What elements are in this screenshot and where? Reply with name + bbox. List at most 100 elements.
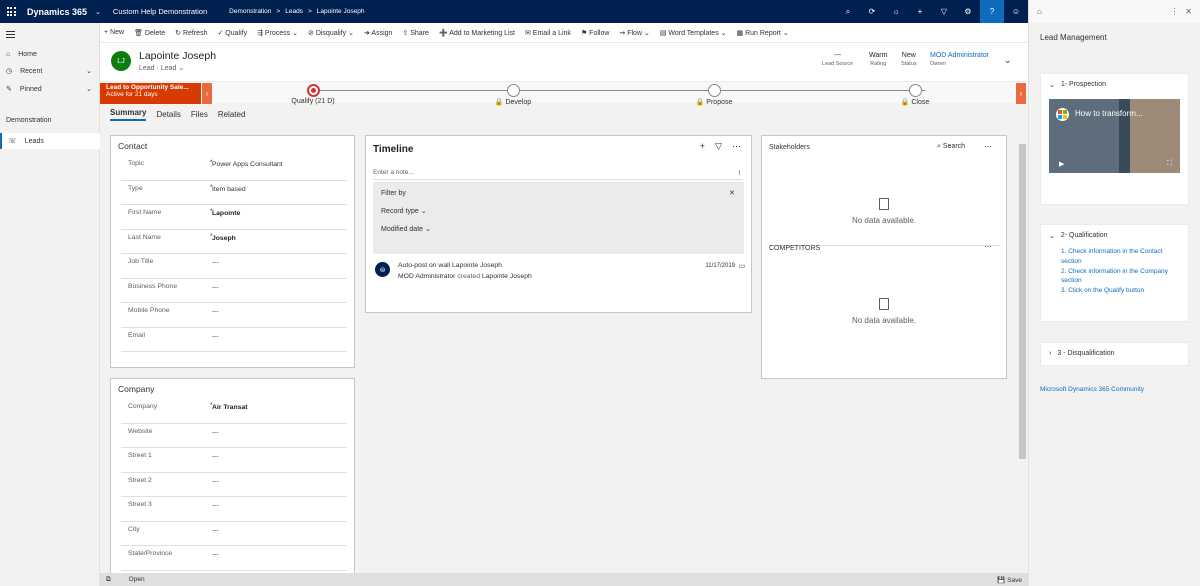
search-button[interactable]: ⌕ Search <box>937 143 965 151</box>
play-icon[interactable]: ▶ <box>1059 160 1064 168</box>
field-last-name[interactable]: Last Name * Joseph <box>121 230 347 254</box>
qualify-button[interactable]: ✓ Qualify <box>217 29 247 37</box>
field-business-phone[interactable]: Business Phone --- <box>121 279 347 303</box>
header-rating[interactable]: Warm Rating <box>869 52 887 67</box>
nav-pinned[interactable]: ✎ Pinned ⌄ <box>0 81 100 97</box>
breadcrumb-record[interactable]: Lapointe Joseph <box>317 8 365 15</box>
stage-close[interactable]: 🔒 Close <box>875 84 955 106</box>
record-type-filter[interactable]: Record type ⌄ <box>381 207 736 215</box>
tab-related[interactable]: Related <box>218 110 246 119</box>
disqualify-button[interactable]: ⊘ Disqualify ⌄ <box>308 29 354 37</box>
header-status[interactable]: New Status <box>901 52 917 67</box>
form-selector[interactable]: Lead <box>161 65 177 72</box>
add-to-marketing-list-button[interactable]: ➕ Add to Marketing List <box>439 29 515 37</box>
chevron-down-icon[interactable]: ⌄ <box>86 67 92 75</box>
word-templates-button[interactable]: ▤ Word Templates ⌄ <box>660 29 727 37</box>
step-link[interactable]: 2. Check information in the Company sect… <box>1061 267 1180 287</box>
refresh-button[interactable]: ↻ Refresh <box>175 29 207 37</box>
close-icon[interactable]: ✕ <box>1185 7 1192 16</box>
share-button[interactable]: ⇪ Share <box>402 29 429 37</box>
app-name[interactable]: Dynamics 365 <box>27 7 87 17</box>
new-button[interactable]: + New <box>104 29 124 36</box>
step-header[interactable]: ⌄ 1- Prospection <box>1041 74 1188 96</box>
nav-leads[interactable]: ☏ Leads <box>0 133 100 149</box>
tab-summary[interactable]: Summary <box>110 108 147 121</box>
search-icon[interactable]: ⌕ <box>836 0 860 23</box>
avatar: LJ <box>111 51 131 71</box>
paperclip-icon[interactable]: ⌇ <box>738 169 741 177</box>
task-flow-icon[interactable]: ⟳ <box>860 0 884 23</box>
field-street-1[interactable]: Street 1 --- <box>121 448 347 473</box>
filter-icon[interactable]: ▽ <box>932 0 956 23</box>
lightbulb-icon[interactable]: ☼ <box>884 0 908 23</box>
field-state-province[interactable]: State/Province --- <box>121 546 347 571</box>
step-header[interactable]: ⌄ 2- Qualification <box>1041 225 1188 247</box>
gear-icon[interactable]: ⚙ <box>956 0 980 23</box>
follow-button[interactable]: ⚑ Follow <box>581 29 609 37</box>
video-thumbnail[interactable]: How to transform... ▶ ⛶ <box>1049 99 1180 173</box>
breadcrumb-demonstration[interactable]: Demonstration <box>229 8 271 15</box>
chevron-down-icon[interactable]: ⌄ <box>86 85 92 93</box>
field-company[interactable]: Company * Air Transat <box>121 399 347 424</box>
email-link-button[interactable]: ✉ Email a Link <box>525 29 571 37</box>
tab-details[interactable]: Details <box>156 110 180 119</box>
community-link[interactable]: Microsoft Dynamics 365 Community <box>1040 386 1144 393</box>
nav-recent[interactable]: ◷ Recent ⌄ <box>0 63 100 79</box>
more-icon[interactable]: ⋯ <box>984 242 992 251</box>
field-job-title[interactable]: Job Title --- <box>121 254 347 279</box>
timeline-post[interactable]: ⊜ Auto-post on wall Lapointe Joseph MOD … <box>375 262 745 284</box>
delete-button[interactable]: 🗑 Delete <box>134 29 165 37</box>
field-type[interactable]: Type * Item based <box>121 181 347 205</box>
field-mobile-phone[interactable]: Mobile Phone --- <box>121 303 347 328</box>
app-launcher-icon[interactable] <box>0 0 22 23</box>
field-topic[interactable]: Topic * Power Apps Consultant <box>121 156 347 181</box>
filter-icon[interactable]: ▽ <box>715 141 722 152</box>
popout-icon[interactable]: ⧉ <box>106 576 111 584</box>
chevron-down-icon[interactable]: ⌄ <box>95 8 101 16</box>
note-input[interactable]: Enter a note... ⌇ <box>373 169 743 180</box>
header-lead-source[interactable]: --- Lead Source <box>822 52 853 67</box>
field-city[interactable]: City --- <box>121 522 347 546</box>
tab-files[interactable]: Files <box>191 110 208 119</box>
process-flag[interactable]: Lead to Opportunity Sale... Active for 21… <box>100 83 201 104</box>
user-icon[interactable]: ☺ <box>1004 0 1028 23</box>
app-title[interactable]: Custom Help Demonstration <box>113 7 207 16</box>
field-website[interactable]: Website --- <box>121 424 347 448</box>
hamburger-menu-icon[interactable] <box>6 31 15 40</box>
plus-icon[interactable]: + <box>700 141 705 152</box>
run-report-button[interactable]: ▦ Run Report ⌄ <box>737 29 789 37</box>
field-street-2[interactable]: Street 2 --- <box>121 473 347 497</box>
step-header[interactable]: › 3 - Disqualification <box>1041 343 1188 364</box>
microsoft-logo-icon <box>1056 108 1069 121</box>
plus-icon[interactable]: + <box>908 0 932 23</box>
step-link[interactable]: 1. Check information in the Contact sect… <box>1061 247 1180 267</box>
more-icon[interactable]: ⋯ <box>732 141 741 152</box>
stage-propose[interactable]: 🔒 Propose <box>674 84 754 106</box>
breadcrumb-leads[interactable]: Leads <box>285 8 303 15</box>
modified-date-filter[interactable]: Modified date ⌄ <box>381 225 736 233</box>
assign-button[interactable]: ➜ Assign <box>364 29 392 37</box>
comment-icon[interactable]: ▭ <box>739 262 745 270</box>
chevron-down-icon[interactable]: ⌄ <box>1004 55 1012 66</box>
step-link[interactable]: 3. Click on the Qualify button <box>1061 286 1180 296</box>
more-icon[interactable]: ⋮ <box>1171 7 1179 16</box>
stage-develop[interactable]: 🔒 Develop <box>473 84 553 106</box>
bpf-prev-button[interactable]: ‹ <box>202 83 212 104</box>
help-icon[interactable]: ? <box>980 0 1004 23</box>
field-first-name[interactable]: First Name * Lapointe <box>121 205 347 230</box>
fullscreen-icon[interactable]: ⛶ <box>1167 160 1172 168</box>
pane-title: Lead Management <box>1040 33 1107 42</box>
process-button[interactable]: ⇶ Process ⌄ <box>257 29 298 37</box>
bpf-next-button[interactable]: › <box>1016 83 1026 104</box>
home-icon[interactable]: ⌂ <box>1037 7 1042 16</box>
more-icon[interactable]: ⋯ <box>984 142 992 151</box>
stage-qualify[interactable]: Qualify (21 D) <box>273 84 353 105</box>
close-icon[interactable]: ✕ <box>729 189 735 197</box>
flow-button[interactable]: ⇝ Flow ⌄ <box>619 29 649 37</box>
scrollbar[interactable] <box>1018 134 1027 571</box>
header-owner[interactable]: MOD Administrator Owner <box>930 52 989 67</box>
field-email[interactable]: Email --- <box>121 328 347 352</box>
save-button[interactable]: 💾 Save <box>997 576 1022 584</box>
nav-home[interactable]: ⌂ Home <box>0 46 100 62</box>
field-street-3[interactable]: Street 3 --- <box>121 497 347 522</box>
